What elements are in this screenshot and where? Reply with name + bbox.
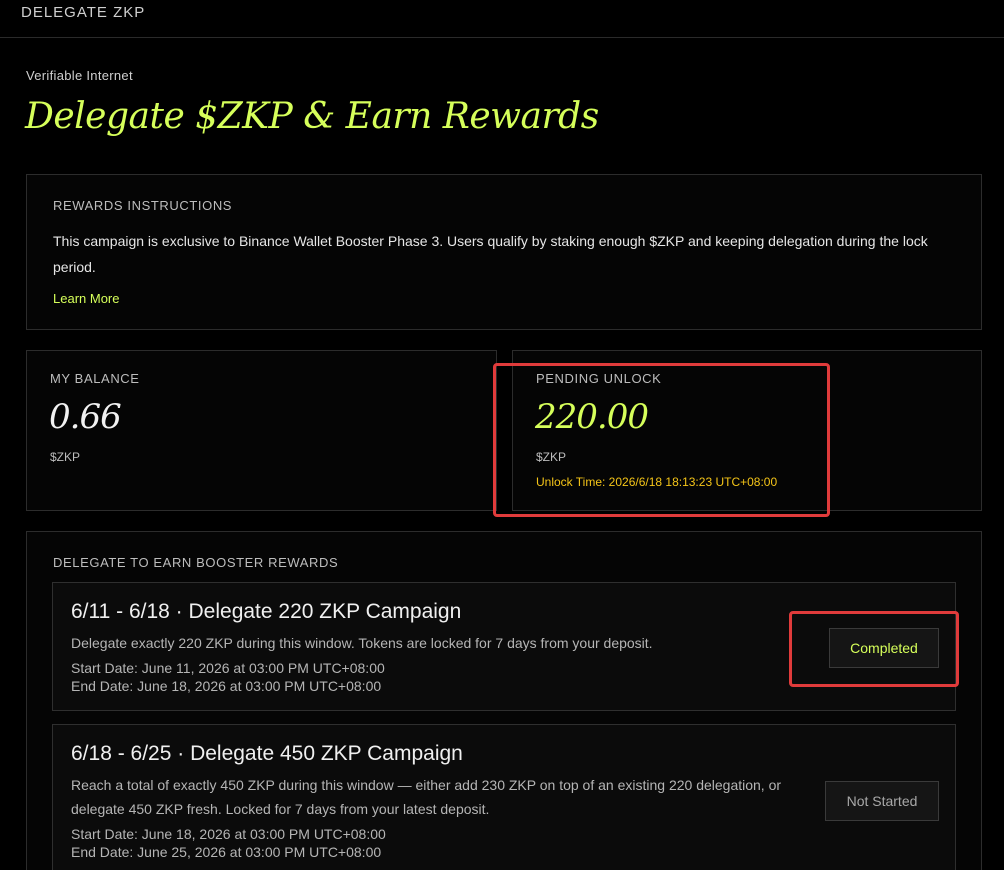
rewards-instructions-card: REWARDS INSTRUCTIONS This campaign is ex…: [26, 174, 982, 330]
campaign-end-date: End Date: June 25, 2026 at 03:00 PM UTC+…: [71, 844, 382, 860]
balance-unit: $ZKP: [50, 450, 81, 464]
campaign-start-date: Start Date: June 11, 2026 at 03:00 PM UT…: [71, 660, 385, 676]
pending-label: PENDING UNLOCK: [536, 371, 662, 386]
instructions-body: This campaign is exclusive to Binance Wa…: [53, 233, 928, 275]
top-bar: DELEGATE ZKP: [0, 0, 1004, 38]
balance-value: 0.66: [49, 397, 122, 437]
campaign-title: 6/11 - 6/18 · Delegate 220 ZKP Campaign: [71, 600, 462, 623]
campaign-end-date: End Date: June 18, 2026 at 03:00 PM UTC+…: [71, 678, 382, 694]
page-title: Delegate $ZKP & Earn Rewards: [25, 96, 599, 137]
learn-more-link[interactable]: Learn More: [53, 291, 119, 306]
campaign-start-date: Start Date: June 18, 2026 at 03:00 PM UT…: [71, 826, 386, 842]
campaign-card-450: 6/18 - 6/25 · Delegate 450 ZKP Campaign …: [52, 724, 956, 870]
pending-unit: $ZKP: [536, 450, 567, 464]
pending-unlock-card: PENDING UNLOCK 220.00 $ZKP Unlock Time: …: [512, 350, 982, 511]
campaign-description: Delegate exactly 220 ZKP during this win…: [71, 635, 653, 651]
campaign-card-220: 6/11 - 6/18 · Delegate 220 ZKP Campaign …: [52, 582, 956, 711]
campaign-description: Reach a total of exactly 450 ZKP during …: [71, 777, 782, 817]
campaign-title: 6/18 - 6/25 · Delegate 450 ZKP Campaign: [71, 742, 463, 765]
hero-eyebrow: Verifiable Internet: [26, 68, 133, 83]
balance-label: MY BALANCE: [50, 371, 140, 386]
pending-value: 220.00: [535, 397, 649, 437]
unlock-time: Unlock Time: 2026/6/18 18:13:23 UTC+08:0…: [536, 475, 778, 489]
delegate-heading: DELEGATE TO EARN BOOSTER REWARDS: [53, 555, 339, 570]
campaign-status-not-started-button[interactable]: Not Started: [825, 781, 939, 821]
campaign-status-completed-button[interactable]: Completed: [829, 628, 939, 668]
app-title: DELEGATE ZKP: [21, 4, 146, 21]
instructions-heading: REWARDS INSTRUCTIONS: [53, 198, 233, 213]
my-balance-card: MY BALANCE 0.66 $ZKP: [26, 350, 497, 511]
